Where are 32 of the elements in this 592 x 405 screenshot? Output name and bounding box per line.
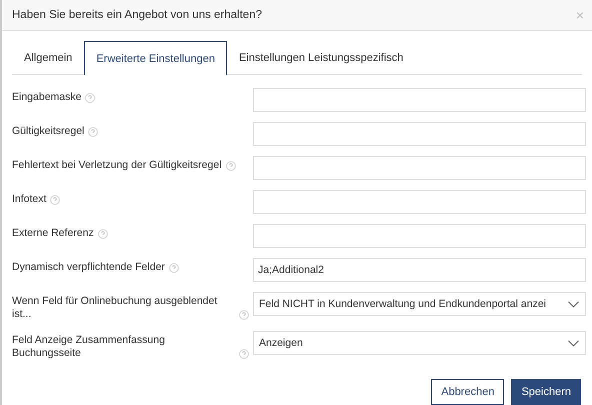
help-icon [85,93,96,103]
dropdown[interactable]: Anzeigen [253,331,586,355]
field-label: Infotext [12,193,46,206]
field-label: Dynamisch verpflichtende Felder [12,261,165,274]
cancel-button[interactable]: Abbrechen [431,379,504,405]
input-field[interactable] [253,190,586,214]
input-field[interactable] [253,88,586,112]
dialog-title: Haben Sie bereits ein Angebot von uns erhalten? [12,9,262,21]
input-field[interactable] [253,156,586,180]
help-icon [88,127,98,137]
input-field[interactable] [253,122,586,146]
field-label: Externe Referenz [12,227,94,240]
help-icon [239,349,249,359]
help-icon [226,161,236,171]
field-label: Eingabemaske [12,91,82,104]
field-label: Feld Anzeige Zusammenfassung Buchungsseite [12,334,166,360]
help-icon [239,310,249,320]
field-label: Gültigkeitsregel [12,125,84,138]
help-icon [168,263,179,273]
field-label: Wenn Feld für Onlinebuchung ausgeblendet ist... [12,295,218,321]
help-icon [50,195,60,205]
chevron-down-icon [568,300,579,308]
tab[interactable]: Einstellungen Leistungsspezifisch [226,41,416,74]
help-icon [98,229,108,239]
input-field[interactable] [253,224,586,248]
dropdown[interactable]: Feld NICHT in Kundenverwaltung und Endkundenportal anzei [253,292,586,316]
tab[interactable]: Allgemein [12,41,84,74]
save-button[interactable]: Speichern [511,379,581,405]
field-label: Fehlertext bei Verletzung der Gültigkeitsregel [12,159,222,172]
tab[interactable]: Erweiterte Einstellungen [84,41,227,75]
chevron-down-icon [568,340,579,346]
input-field[interactable]: Ja;Additional2 [253,258,586,282]
